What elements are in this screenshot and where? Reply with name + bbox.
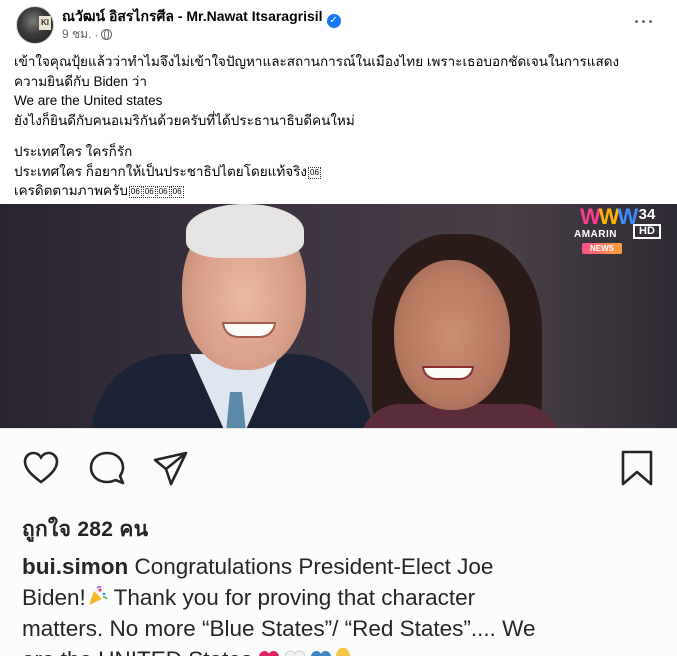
instagram-caption: bui.simon Congratulations President-Elec… (22, 551, 662, 656)
man-smile (222, 322, 276, 338)
body-line: ความยินดีกับ Biden ว่า (14, 73, 147, 89)
man-hair (186, 204, 304, 258)
channel-hd: HD (633, 224, 661, 239)
globe-icon[interactable] (101, 29, 113, 40)
instagram-post-screenshot: ถูกใจ 282 คน bui.simon Congratulations P… (0, 428, 677, 656)
body-line: ประเทศใคร ใครก็รัก (14, 144, 133, 159)
amarin-logo: WWW AMARIN NEWS (574, 202, 638, 258)
more-options-button[interactable]: ··· (634, 12, 655, 33)
caption-line: matters. No more “Blue States”/ “Red Sta… (22, 613, 662, 644)
white-heart-icon (284, 650, 306, 656)
channel-logo: 34 HD (631, 207, 663, 241)
unknown-glyph: 06 (156, 186, 170, 198)
bookmark-icon[interactable] (618, 449, 656, 487)
woman-face (394, 260, 510, 410)
body-line-text: ประเทศใคร ก็อยากให้เป็นประชาธิปไตยโดยแท้… (14, 163, 307, 179)
author-name[interactable]: ณวัฒน์ อิสรไกรศีล - Mr.Nawat Itsaragrisi… (62, 8, 323, 24)
channel-number: 34 (638, 206, 656, 223)
heart-icon[interactable] (22, 449, 60, 487)
woman-smile (422, 366, 474, 380)
likes-count[interactable]: ถูกใจ 282 คน (22, 513, 148, 546)
red-heart-icon (259, 651, 280, 656)
meta-separator: · (94, 27, 99, 42)
body-line: We are the United states (14, 93, 163, 108)
author-avatar[interactable]: KI (16, 6, 54, 44)
share-icon[interactable] (152, 449, 190, 487)
caption-text: Thank you for proving that character (107, 585, 476, 610)
caption-line: are the UNITED States (22, 644, 662, 656)
brand-name: AMARIN (574, 229, 617, 240)
caption-line: Biden! Thank you for proving that charac… (22, 582, 662, 613)
instagram-actions (22, 449, 662, 489)
unknown-glyph: 06 (142, 186, 156, 198)
brand-sub: NEWS (582, 243, 622, 254)
caption-line: bui.simon Congratulations President-Elec… (22, 551, 662, 582)
avatar-badge: KI (39, 16, 51, 30)
post-body: เข้าใจคุณปุ้ยแล้วว่าทำไมจึงไม่เข้าใจปัญห… (14, 52, 664, 201)
unknown-glyph: 06 (308, 166, 321, 179)
body-line-with-glyphs: เครดิตตามภาพครับ 06 06 06 06 (14, 181, 664, 201)
comment-icon[interactable] (88, 449, 126, 487)
party-popper-icon (88, 585, 108, 605)
ig-username[interactable]: bui.simon (22, 554, 128, 579)
caption-text: Congratulations President-Elect Joe (128, 554, 494, 579)
caption-text: Biden! (22, 585, 86, 610)
blue-heart-icon (311, 651, 332, 656)
unknown-glyph: 06 (128, 186, 142, 198)
caption-text: matters. No more “Blue States”/ “Red Sta… (22, 616, 536, 641)
post-header: KI ณวัฒน์ อิสรไกรศีล - Mr.Nawat Itsaragr… (0, 0, 677, 46)
verified-badge-icon: ✓ (326, 14, 341, 28)
body-line: เข้าใจคุณปุ้ยแล้วว่าทำไมจึงไม่เข้าใจปัญห… (14, 54, 620, 69)
post-meta: 9 ชม. · (62, 25, 113, 44)
amarin-w-icon: WWW (580, 204, 638, 229)
post-time[interactable]: 9 ชม. (62, 25, 91, 44)
caption-text: are the UNITED States (22, 647, 252, 656)
unknown-glyph: 06 (170, 186, 184, 198)
body-line: ยังไงก็ยินดีกับคนอเมริกันด้วยครับที่ได้ป… (14, 112, 355, 128)
body-line-with-glyph: ประเทศใคร ก็อยากให้เป็นประชาธิปไตยโดยแท้… (14, 162, 664, 182)
body-line-text: เครดิตตามภาพครับ (14, 183, 128, 198)
folded-hands-icon (336, 648, 351, 656)
